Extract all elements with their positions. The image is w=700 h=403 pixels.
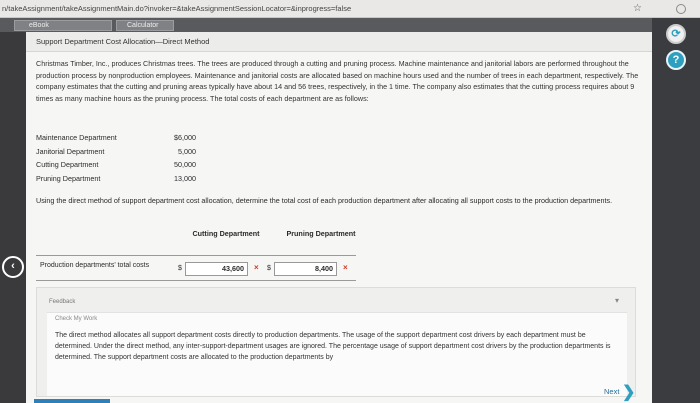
- cost-label: Maintenance Department: [36, 133, 117, 142]
- assignment-panel: Support Department Cost Allocation—Direc…: [26, 32, 652, 403]
- url-text: n/takeAssignment/takeAssignmentMain.do?i…: [2, 4, 352, 13]
- cost-row: Janitorial Department 5,000: [36, 147, 236, 161]
- cost-row: Cutting Department 50,000: [36, 160, 236, 174]
- incorrect-icon: ×: [254, 263, 259, 272]
- next-button[interactable]: Next: [604, 387, 619, 396]
- help-button[interactable]: ?: [666, 50, 686, 70]
- col-header-cutting: Cutting Department: [192, 229, 260, 238]
- dollar-sign: $: [267, 265, 271, 272]
- check-my-work-title[interactable]: Check My Work: [55, 316, 97, 322]
- feedback-title: Feedback: [49, 299, 76, 305]
- extension-icon[interactable]: [676, 4, 686, 14]
- col-header-pruning: Pruning Department: [286, 229, 356, 238]
- feedback-panel: Feedback ▾ Check My Work The direct meth…: [36, 287, 636, 397]
- cutting-total-input[interactable]: 43,600: [185, 262, 248, 276]
- ebook-tab[interactable]: eBook: [14, 20, 112, 31]
- ebook-tab-label: eBook: [29, 22, 49, 29]
- dollar-sign: $: [178, 265, 182, 272]
- cost-row: Pruning Department 13,000: [36, 174, 236, 188]
- table-divider: [36, 255, 356, 256]
- right-toolbar: ⟳ ?: [652, 18, 700, 403]
- left-margin: ‹: [0, 32, 26, 403]
- refresh-icon[interactable]: ⟳: [666, 24, 686, 44]
- cost-value: 50,000: [174, 160, 196, 169]
- table-divider: [36, 280, 356, 281]
- help-icon: ?: [672, 54, 680, 66]
- calculator-tab[interactable]: Calculator: [116, 20, 174, 31]
- chevron-right-icon[interactable]: ❯: [622, 382, 635, 402]
- cost-value: $6,000: [174, 133, 196, 142]
- calculator-tab-label: Calculator: [127, 22, 159, 29]
- cost-value: 5,000: [178, 146, 196, 156]
- row-label: Production departments' total costs: [40, 262, 150, 269]
- cost-label: Pruning Department: [36, 173, 101, 183]
- incorrect-icon: ×: [343, 263, 348, 272]
- cost-label: Cutting Department: [36, 160, 99, 169]
- previous-button[interactable]: ‹: [2, 256, 24, 278]
- cost-label: Janitorial Department: [36, 146, 105, 156]
- check-my-work-panel: Check My Work The direct method allocate…: [47, 312, 627, 396]
- chevron-left-icon: ‹: [11, 260, 15, 272]
- pruning-total-input[interactable]: 8,400: [274, 262, 337, 276]
- cost-row: Maintenance Department $6,000: [36, 133, 236, 147]
- tool-strip: eBook Calculator: [0, 18, 652, 32]
- check-my-work-button[interactable]: [34, 399, 110, 403]
- feedback-text: The direct method allocates all support …: [55, 332, 611, 361]
- address-bar[interactable]: n/takeAssignment/takeAssignmentMain.do?i…: [0, 0, 700, 18]
- problem-description: Christmas Timber, Inc., produces Christm…: [36, 59, 639, 103]
- cost-value: 13,000: [174, 173, 196, 183]
- problem-title: Support Department Cost Allocation—Direc…: [26, 32, 652, 52]
- question-text: Using the direct method of support depar…: [36, 196, 613, 205]
- bookmark-star-icon[interactable]: ☆: [633, 0, 642, 18]
- chevron-down-icon[interactable]: ▾: [615, 296, 619, 305]
- cost-table: Maintenance Department $6,000 Janitorial…: [36, 133, 236, 187]
